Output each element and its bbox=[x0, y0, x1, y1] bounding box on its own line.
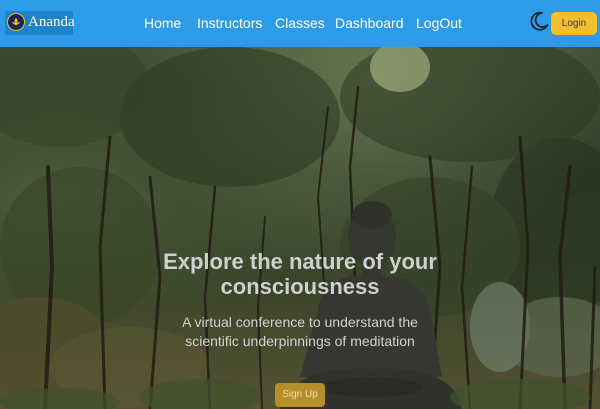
hero-title: Explore the nature of your consciousness bbox=[163, 249, 437, 299]
nav-link-dashboard[interactable]: Dashboard bbox=[335, 15, 404, 31]
hero-subtitle: A virtual conference to understand the s… bbox=[182, 314, 418, 349]
nav-link-instructors[interactable]: Instructors bbox=[197, 15, 262, 31]
hero-banner: Explore the nature of your consciousness… bbox=[0, 47, 600, 409]
brand[interactable]: Ananda bbox=[5, 11, 75, 35]
lotus-logo-icon bbox=[7, 13, 25, 31]
nav-link-logout[interactable]: LogOut bbox=[416, 15, 462, 31]
nav-link-home[interactable]: Home bbox=[144, 15, 181, 31]
brand-name: Ananda bbox=[28, 14, 75, 30]
login-button[interactable]: Login bbox=[551, 12, 597, 35]
signup-button[interactable]: Sign Up bbox=[275, 383, 325, 407]
moon-icon[interactable] bbox=[528, 10, 550, 32]
nav-link-classes[interactable]: Classes bbox=[275, 15, 325, 31]
navbar: Ananda Home Instructors Classes Dashboar… bbox=[0, 0, 600, 47]
